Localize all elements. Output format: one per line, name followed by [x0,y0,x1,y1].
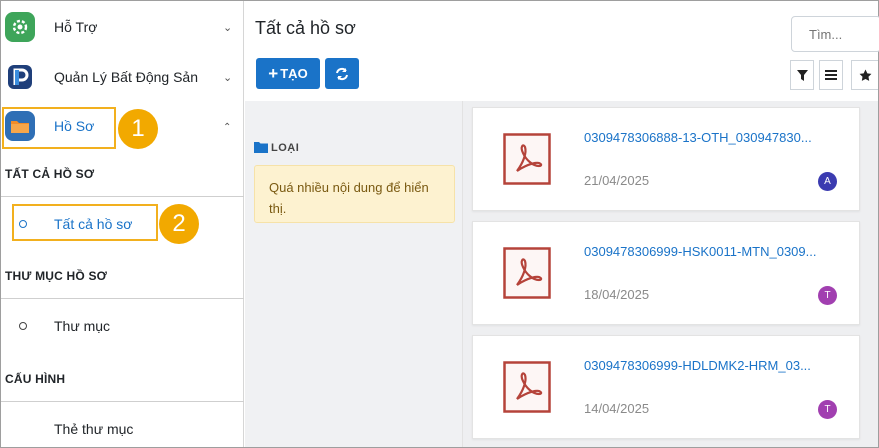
section-title-doc-folders: THƯ MỤC HỒ SƠ [5,269,108,283]
sidebar: Hỗ Trợ ⌄ Quản Lý Bất Động Sản ⌄ Hồ Sơ ⌃ … [1,1,244,447]
divider [1,196,244,197]
highlight-box-apps [2,107,116,149]
document-card[interactable]: 0309478306999-HSK0011-MTN_0309... 18/04/… [472,221,860,325]
group-by-button[interactable] [819,60,843,90]
pdf-icon [503,361,551,413]
file-date: 21/04/2025 [584,173,650,188]
sidebar-app-real-estate[interactable]: Quản Lý Bất Động Sản ⌄ [1,53,244,101]
list-icon [825,70,837,80]
plus-icon: + [268,64,279,83]
avatar: T [818,400,837,419]
filter-panel: LOẠI Quá nhiều nội dung để hiển thị. [245,101,463,447]
chevron-down-icon[interactable]: ⌄ [223,71,232,84]
main-content: Tất cả hồ sơ + TẠO LOẠI Quá nhiều nội du… [245,1,879,447]
divider [1,298,244,299]
favorites-button[interactable] [851,60,878,90]
sidebar-app-label: Hỗ Trợ [54,19,98,35]
sidebar-app-label: Quản Lý Bất Động Sản [54,69,198,85]
pdf-icon [503,247,551,299]
bullet-icon [19,322,27,330]
search-input[interactable] [791,16,879,52]
chevron-down-icon[interactable]: ⌄ [223,21,232,34]
create-button[interactable]: + TẠO [256,58,320,89]
menu-item-folder-tags[interactable]: Thẻ thư mục [1,414,244,444]
sidebar-app-support[interactable]: Hỗ Trợ ⌄ [1,3,244,51]
file-name[interactable]: 0309478306999-HDLDMK2-HRM_03... [584,358,811,373]
content-area: LOẠI Quá nhiều nội dung để hiển thị. 030… [245,101,878,447]
warning-message: Quá nhiều nội dung để hiển thị. [254,165,455,223]
avatar: A [818,172,837,191]
highlight-box-menu [12,204,158,241]
document-card[interactable]: 0309478306888-13-OTH_030947830... 21/04/… [472,107,860,211]
step-badge-1: 1 [118,109,158,149]
file-name[interactable]: 0309478306888-13-OTH_030947830... [584,130,812,145]
filter-button[interactable] [790,60,814,90]
folder-icon [254,142,268,153]
file-date: 18/04/2025 [584,287,650,302]
pdf-icon [503,133,551,185]
document-card[interactable]: 0309478306999-HDLDMK2-HRM_03... 14/04/20… [472,335,860,439]
support-gear-icon [5,12,35,42]
step-badge-2: 2 [159,204,199,244]
refresh-icon [336,67,348,80]
menu-item-folders[interactable]: Thư mục [1,311,244,341]
menu-item-label: Thư mục [54,318,111,334]
file-name[interactable]: 0309478306999-HSK0011-MTN_0309... [584,244,816,259]
file-date: 14/04/2025 [584,401,650,416]
section-title-all-docs: TẤT CẢ HỒ SƠ [5,167,95,181]
page-title: Tất cả hồ sơ [255,18,356,38]
real-estate-logo-icon [5,62,35,92]
create-button-label: TẠO [280,66,308,81]
filter-icon [796,69,808,81]
avatar: T [818,286,837,305]
refresh-button[interactable] [325,58,359,89]
chevron-up-icon[interactable]: ⌃ [223,122,231,133]
category-label: LOẠI [271,142,300,154]
section-title-config: CẤU HÌNH [5,372,66,386]
divider [1,401,244,402]
star-icon [859,69,871,81]
menu-item-label: Thẻ thư mục [54,421,134,437]
